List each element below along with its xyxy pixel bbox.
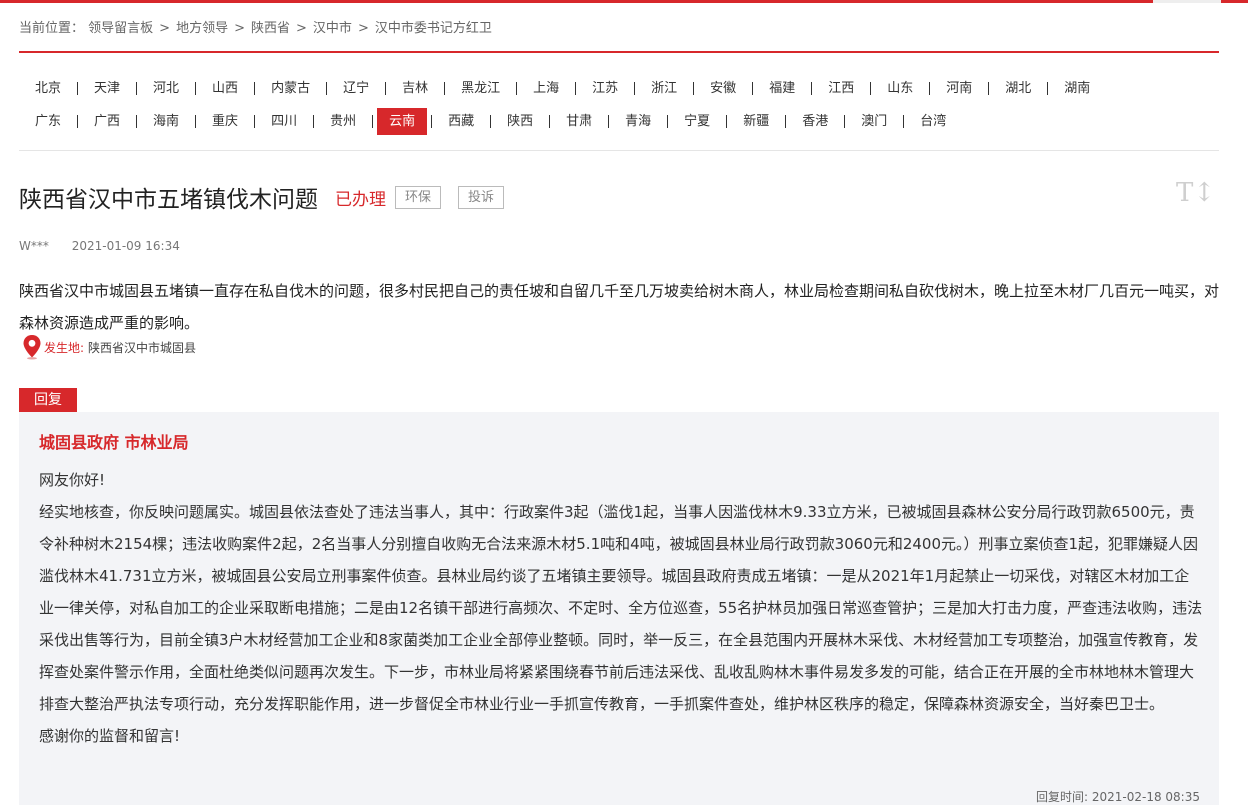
tag-environment[interactable]: 环保 — [395, 185, 442, 209]
region-link[interactable]: 云南 — [377, 108, 428, 135]
breadcrumb-divider — [19, 51, 1219, 53]
region-link[interactable]: 新疆 — [727, 108, 785, 135]
region-link[interactable]: 广东 — [19, 108, 77, 135]
breadcrumb-item-board[interactable]: 领导留言板 — [88, 21, 153, 36]
region-link[interactable]: 甘肃 — [550, 108, 608, 135]
region-link[interactable]: 青海 — [609, 108, 667, 135]
region-link[interactable]: 重庆 — [196, 108, 254, 135]
status-badge: 已办理 — [335, 189, 386, 210]
reply-organization: 城固县政府 市林业局 — [39, 433, 189, 452]
reply-greeting: 网友你好! — [39, 471, 106, 489]
region-link[interactable]: 澳门 — [845, 108, 903, 135]
region-link[interactable]: 湖北 — [989, 75, 1047, 102]
region-link[interactable]: 广西 — [78, 108, 136, 135]
region-row-2: 广东 广西 海南 重庆 四川 贵州 云南 西藏 陕西 甘肃 青海 宁夏 新疆 香港 澳门 台湾 — [19, 105, 1229, 138]
reply-panel: 城固县政府 市林业局 网友你好! 经实地核查，你反映问题属实。城固县依法查处了违… — [19, 412, 1219, 805]
region-link[interactable]: 吉林 — [386, 75, 444, 102]
region-link[interactable]: 湖南 — [1048, 75, 1106, 102]
breadcrumb-item-province[interactable]: 陕西省 — [251, 21, 290, 36]
region-link[interactable]: 辽宁 — [327, 75, 385, 102]
region-link[interactable]: 西藏 — [432, 108, 490, 135]
location-pin-icon — [23, 335, 41, 360]
breadcrumb: 当前位置： 领导留言板 > 地方领导 > 陕西省 > 汉中市 > 汉中市委书记方红卫 — [19, 21, 492, 36]
region-link[interactable]: 江苏 — [576, 75, 634, 102]
reply-content: 网友你好! 经实地核查，你反映问题属实。城固县依法查处了违法当事人，其中：行政案… — [39, 464, 1204, 752]
region-link[interactable]: 内蒙古 — [255, 75, 326, 102]
breadcrumb-item-local-leaders[interactable]: 地方领导 — [176, 21, 228, 36]
region-link[interactable]: 河北 — [137, 75, 195, 102]
region-link[interactable]: 山东 — [871, 75, 929, 102]
region-link[interactable]: 贵州 — [314, 108, 372, 135]
reply-body: 经实地核查，你反映问题属实。城固县依法查处了违法当事人，其中：行政案件3起（滥伐… — [39, 503, 1203, 713]
region-row-1: 北京 天津 河北 山西 内蒙古 辽宁 吉林 黑龙江 上海 江苏 浙江 安徽 福建 江西 山东 河南 湖北 湖南 — [19, 72, 1229, 105]
reply-closing: 感谢你的监督和留言! — [39, 727, 181, 745]
message-location: 发生地: 陕西省汉中市城固县 — [22, 334, 196, 360]
message-header: 陕西省汉中市五堵镇伐木问题 已办理 环保 投诉 — [19, 180, 505, 214]
message-author: W*** — [19, 239, 49, 253]
tag-complaint[interactable]: 投诉 — [458, 185, 505, 209]
reply-time-value: 2021-02-18 08:35 — [1091, 790, 1200, 804]
region-link[interactable]: 浙江 — [635, 75, 693, 102]
region-link[interactable]: 天津 — [78, 75, 136, 102]
message-meta: W*** 2021-01-09 16:34 — [19, 239, 180, 253]
region-link[interactable]: 安徽 — [694, 75, 752, 102]
region-separator — [372, 115, 374, 128]
region-link[interactable]: 黑龙江 — [445, 75, 516, 102]
region-link[interactable]: 陕西 — [491, 108, 549, 135]
region-nav: 北京 天津 河北 山西 内蒙古 辽宁 吉林 黑龙江 上海 江苏 浙江 安徽 福建 江西 山东 河南 湖北 湖南 广… — [19, 72, 1229, 138]
region-link[interactable]: 北京 — [19, 75, 77, 102]
region-link[interactable]: 香港 — [786, 108, 844, 135]
reply-tab: 回复 — [19, 388, 77, 412]
region-link[interactable]: 河南 — [930, 75, 988, 102]
region-link[interactable]: 四川 — [255, 108, 313, 135]
breadcrumb-prefix: 当前位置： — [19, 21, 85, 36]
breadcrumb-item-city[interactable]: 汉中市 — [313, 21, 352, 36]
region-link[interactable]: 福建 — [753, 75, 811, 102]
message-body: 陕西省汉中市城固县五堵镇一直存在私自伐木的问题，很多村民把自己的责任坡和自留几千… — [19, 282, 1220, 332]
top-accent-bar — [0, 0, 1248, 3]
location-label: 发生地: — [44, 340, 85, 355]
region-link[interactable]: 江西 — [812, 75, 870, 102]
font-size-toggle-icon[interactable]: T↕ — [1176, 178, 1215, 208]
breadcrumb-item-leader[interactable]: 汉中市委书记方红卫 — [375, 21, 492, 36]
region-link[interactable]: 海南 — [137, 108, 195, 135]
location-value: 陕西省汉中市城固县 — [88, 340, 197, 355]
reply-time: 回复时间: 2021-02-18 08:35 — [1036, 788, 1200, 805]
message-date: 2021-01-09 16:34 — [71, 239, 180, 253]
region-link[interactable]: 台湾 — [904, 108, 962, 135]
section-divider — [19, 150, 1219, 151]
region-link[interactable]: 山西 — [196, 75, 254, 102]
region-link[interactable]: 宁夏 — [668, 108, 726, 135]
message-title: 陕西省汉中市五堵镇伐木问题 — [19, 187, 318, 213]
reply-time-label: 回复时间: — [1035, 790, 1089, 804]
region-link[interactable]: 上海 — [517, 75, 575, 102]
